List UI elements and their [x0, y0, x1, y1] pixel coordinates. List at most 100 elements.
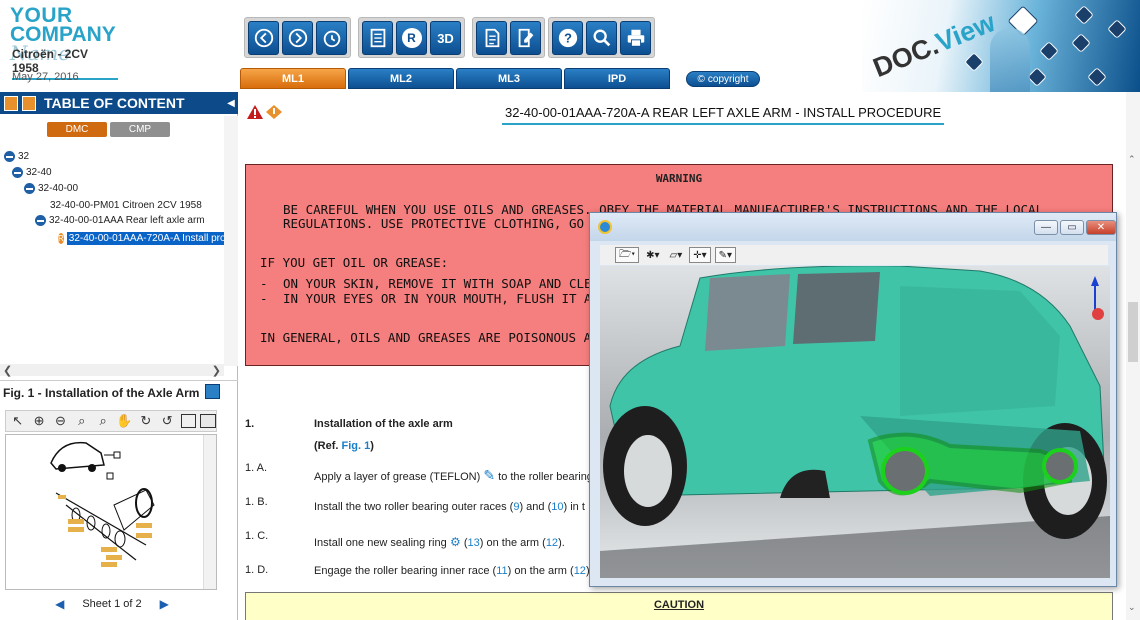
move-icon[interactable]: ✛▾ [689, 247, 711, 263]
substep-part: ( [460, 537, 468, 549]
tree-node-label: 32-40 [26, 167, 52, 178]
sealing-ring-icon[interactable]: ⚙ [447, 535, 461, 549]
substep-number: 1. D. [245, 564, 269, 576]
rotate-left-icon[interactable]: ↻ [136, 412, 155, 430]
substep-part: to the roller bearing [495, 471, 593, 483]
render-mode-icon[interactable]: 🗁▾ [615, 247, 640, 263]
part-link[interactable]: 13 [468, 537, 480, 549]
dmc-button[interactable]: DMC [47, 122, 107, 137]
viewer-toolbar: 🗁▾ ✱▾ ▱▾ ✛▾ ✎▾ [600, 245, 1108, 265]
part-link[interactable]: 11 [496, 565, 507, 577]
3d-viewer-window[interactable]: — ▭ ✕ 🗁▾ ✱▾ ▱▾ ✛▾ ✎▾ [589, 212, 1117, 587]
toc-copy-icon[interactable] [4, 95, 18, 111]
next-sheet-icon[interactable]: ▶ [160, 597, 169, 611]
warning-bullet: ON YOUR SKIN, REMOVE IT WITH SOAP AND CL… [283, 276, 592, 291]
tab-ipd[interactable]: IPD [564, 68, 670, 89]
fullscreen-icon[interactable] [200, 414, 216, 428]
tree-node-selected[interactable]: R 32-40-00-01AAA-720A-A Install proc [58, 232, 224, 245]
warning-indicator-icon[interactable] [246, 104, 264, 123]
rotate-right-icon[interactable]: ↺ [158, 412, 177, 430]
document-button[interactable] [476, 21, 507, 55]
substep-part: ) in t [563, 501, 585, 513]
tree-node[interactable]: 32 [4, 151, 29, 162]
part-link[interactable]: 10 [551, 501, 563, 513]
tree-node[interactable]: 32-40 [12, 167, 52, 178]
forward-icon [288, 28, 307, 48]
tab-ml1[interactable]: ML1 [240, 68, 346, 89]
previous-sheet-icon[interactable]: ◀ [55, 597, 64, 611]
viewer-title-bar[interactable]: — ▭ ✕ [590, 213, 1116, 241]
decor-hand-image [990, 28, 1030, 92]
cmp-button[interactable]: CMP [110, 122, 170, 137]
figure-link[interactable]: Fig. 1 [342, 440, 371, 452]
3d-model-canvas[interactable] [600, 266, 1110, 578]
tree-node[interactable]: 32-40-00-PM01 Citroen 2CV 1958 [50, 200, 202, 211]
zoom-in-icon[interactable]: ⊕ [29, 412, 48, 430]
print-icon [627, 29, 644, 47]
help-icon: ? [558, 28, 577, 48]
collapse-icon[interactable] [12, 167, 23, 178]
substep-part: Install the two roller bearing outer rac… [314, 501, 514, 513]
tree-node[interactable]: 32-40-00-01AAA Rear left axle arm [35, 215, 205, 226]
decor-hex-icon [1087, 67, 1107, 87]
document-scrollbar[interactable]: ⌃ ⌄ [1126, 92, 1140, 620]
figure-viewport[interactable] [5, 434, 217, 590]
substep-part: ). [558, 537, 565, 549]
copyright-button[interactable]: © copyright [686, 71, 760, 87]
tab-ml3[interactable]: ML3 [456, 68, 562, 89]
scroll-thumb[interactable] [1128, 302, 1138, 362]
expand-figure-icon[interactable] [205, 384, 220, 399]
browser-icon [598, 220, 612, 234]
explode-icon[interactable]: ✱▾ [643, 247, 662, 263]
print-button[interactable] [620, 21, 651, 55]
collapse-icon[interactable] [4, 151, 15, 162]
zoom-icon[interactable]: ⌕ [72, 412, 91, 430]
toc-vertical-scrollbar[interactable] [224, 116, 238, 366]
minimize-button[interactable]: — [1034, 220, 1058, 235]
substep-part: ) on the arm ( [479, 537, 546, 549]
scroll-up-icon[interactable]: ⌃ [1128, 154, 1136, 165]
step-title: Installation of the axle arm [314, 418, 453, 430]
toc-copy2-icon[interactable] [22, 95, 36, 111]
scroll-left-icon[interactable]: ❮ [3, 364, 12, 377]
toc-horizontal-scrollbar[interactable]: ❮ ❯ [0, 364, 224, 377]
tree-node[interactable]: 32-40-00 [24, 183, 78, 194]
pan-hand-icon[interactable]: ✋ [115, 412, 134, 430]
back-button[interactable] [248, 21, 279, 55]
close-button[interactable]: ✕ [1086, 220, 1116, 235]
camera-icon[interactable]: ▱▾ [667, 247, 686, 263]
caution-indicator-icon[interactable] [265, 104, 283, 123]
part-link[interactable]: 12 [546, 537, 558, 549]
grease-tool-icon[interactable]: ✎ [483, 467, 495, 483]
scroll-down-icon[interactable]: ⌄ [1128, 602, 1136, 613]
copyright-icon: © [697, 73, 705, 85]
checklist-button[interactable] [362, 21, 393, 55]
search-button[interactable] [586, 21, 617, 55]
edit-document-icon [518, 28, 533, 48]
part-link[interactable]: 12 [574, 565, 586, 577]
edit-document-button[interactable] [510, 21, 541, 55]
fit-icon[interactable] [180, 414, 197, 428]
figure-scrollbar[interactable] [203, 435, 216, 589]
pointer-icon[interactable]: ↖ [8, 412, 27, 430]
help-button[interactable]: ? [552, 21, 583, 55]
tab-ml2[interactable]: ML2 [348, 68, 454, 89]
maximize-button[interactable]: ▭ [1060, 220, 1084, 235]
substep-part: Engage the roller bearing inner race ( [314, 565, 497, 577]
measure-icon[interactable]: ✎▾ [714, 247, 737, 263]
history-button[interactable] [316, 21, 347, 55]
r-button[interactable]: R [396, 21, 427, 55]
decor-hex-icon [1039, 41, 1059, 61]
car-3d-model [600, 266, 1110, 578]
toc-collapse-button[interactable]: ◀ [224, 92, 238, 114]
3d-button[interactable]: 3D [430, 21, 461, 55]
zoom-out-icon[interactable]: ⊖ [51, 412, 70, 430]
collapse-icon[interactable] [35, 215, 46, 226]
zoom-area-icon[interactable]: ⌕ [93, 412, 112, 430]
ref-suffix: ) [370, 440, 374, 452]
docview-banner: DOC.View [862, 0, 1140, 92]
collapse-icon[interactable] [24, 183, 35, 194]
scroll-right-icon[interactable]: ❯ [212, 364, 221, 377]
forward-button[interactable] [282, 21, 313, 55]
warning-bullet: IN YOUR EYES OR IN YOUR MOUTH, FLUSH IT … [283, 291, 600, 306]
